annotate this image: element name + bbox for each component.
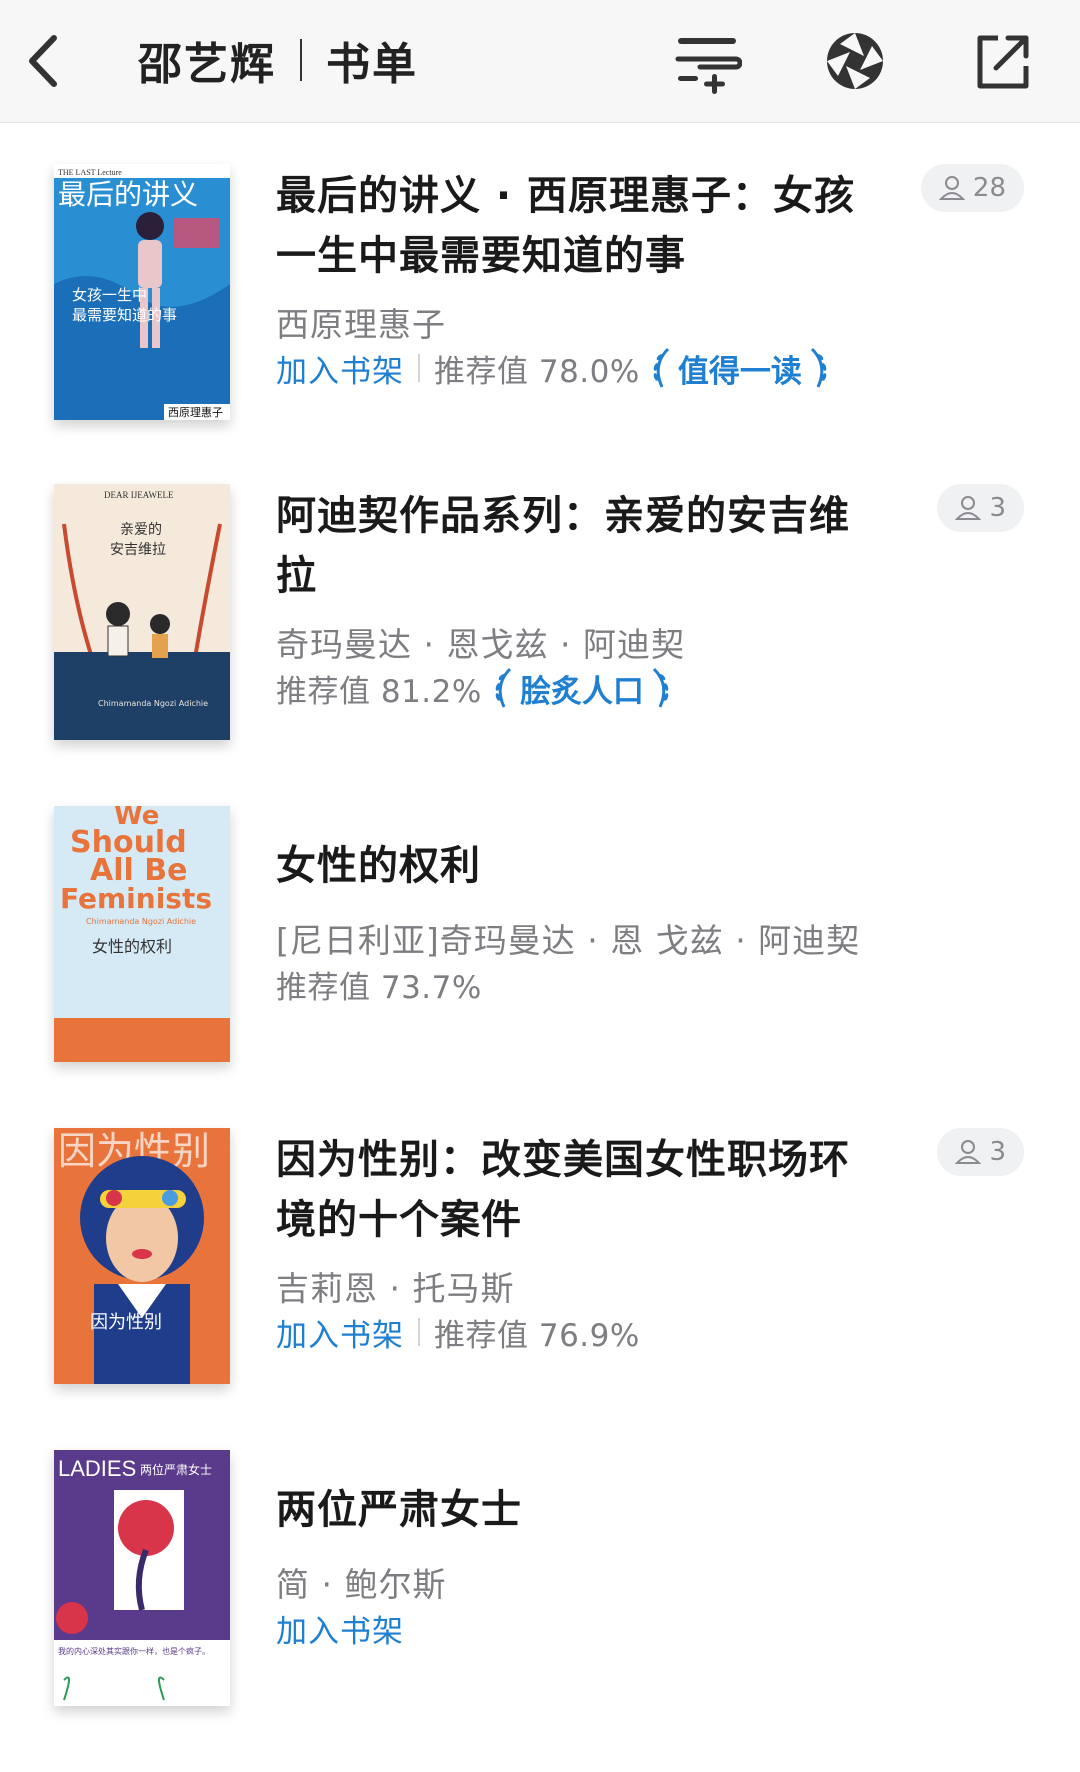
- recommend-score: 推荐值 81.2%: [276, 673, 482, 710]
- book-title[interactable]: 阿迪契作品系列：亲爱的安吉维拉: [276, 486, 856, 606]
- list-title: 书单: [326, 39, 418, 90]
- cover-title: LADIES: [58, 1456, 136, 1481]
- recommend-score: 推荐值 73.7%: [276, 969, 482, 1006]
- add-to-shelf-link[interactable]: 加入书架: [276, 346, 404, 391]
- cover-title: 亲爱的: [120, 522, 162, 538]
- back-icon[interactable]: [14, 26, 80, 96]
- book-title[interactable]: 两位严肃女士: [276, 1480, 856, 1540]
- book-item[interactable]: DEAR IJEAWELE 亲爱的 安吉维拉 Chimamanda Ngozi …: [0, 484, 1080, 806]
- book-title[interactable]: 女性的权利: [276, 836, 856, 896]
- cover-title: 女性的权利: [92, 937, 172, 956]
- cover-quote: 我的内心深处其实跟你一样，也是个疯子。: [58, 1646, 210, 1656]
- top-bar: 邵艺辉 书单: [0, 0, 1080, 123]
- cover-subtitle: 女孩一生中: [72, 286, 147, 304]
- meta-divider: [418, 1318, 420, 1346]
- page-title: 邵艺辉 书单: [138, 30, 418, 90]
- book-author[interactable]: 奇玛曼达 · 恩戈兹 · 阿迪契: [276, 618, 685, 666]
- book-author[interactable]: 西原理惠子: [276, 298, 446, 346]
- book-item[interactable]: THE LAST Lecture 最后的讲义 女孩一生中 最需要知道的事 西原理…: [0, 164, 1080, 486]
- book-title[interactable]: 因为性别：改变美国女性职场环境的十个案件: [276, 1130, 856, 1250]
- laurel-left-icon: [495, 667, 511, 708]
- book-cover[interactable]: LADIES 两位严肃女士 我的内心深处其实跟你一样，也是个疯子。: [54, 1450, 230, 1706]
- laurel-left-icon: [653, 347, 669, 388]
- cover-title: 最后的讲义: [58, 178, 198, 211]
- book-item[interactable]: We Should All Be Feminists Chimamanda Ng…: [0, 806, 1080, 1128]
- rating-badge: 脍炙人口: [490, 665, 674, 711]
- book-author[interactable]: 简 · 鲍尔斯: [276, 1558, 446, 1606]
- person-icon: [955, 496, 982, 520]
- cover-author: 西原理惠子: [168, 405, 223, 419]
- laurel-right-icon: [810, 347, 827, 388]
- readers-count: 28: [972, 173, 1006, 203]
- book-cover[interactable]: 因为性别 因为性别: [54, 1128, 230, 1384]
- book-cover[interactable]: We Should All Be Feminists Chimamanda Ng…: [54, 806, 230, 1062]
- person-icon: [955, 1140, 982, 1164]
- recommend-score: 推荐值 78.0%: [434, 353, 640, 390]
- rating-badge: 值得一读: [648, 345, 832, 391]
- book-cover[interactable]: DEAR IJEAWELE 亲爱的 安吉维拉 Chimamanda Ngozi …: [54, 484, 230, 740]
- aperture-icon[interactable]: [820, 26, 890, 96]
- cover-subtitle: 两位严肃女士: [140, 1462, 212, 1477]
- book-meta: 加入书架: [276, 1606, 404, 1650]
- cover-small-text: Chimamanda Ngozi Adichie: [86, 917, 196, 926]
- cover-small-text: DEAR IJEAWELE: [104, 490, 174, 500]
- readers-count-badge[interactable]: 28: [920, 164, 1024, 212]
- author-name: 邵艺辉: [138, 39, 276, 90]
- title-divider: [300, 39, 302, 81]
- book-meta: 推荐值 73.7%: [276, 962, 482, 1006]
- book-item[interactable]: 因为性别 因为性别 因为性别：改变美国女性职场环境的十个案件 吉莉恩 · 托马斯…: [0, 1128, 1080, 1450]
- book-cover[interactable]: THE LAST Lecture 最后的讲义 女孩一生中 最需要知道的事 西原理…: [54, 164, 230, 420]
- book-meta: 推荐值 81.2% 脍炙人口: [276, 666, 674, 710]
- book-meta: 加入书架 推荐值 76.9%: [276, 1310, 640, 1354]
- book-author[interactable]: 吉莉恩 · 托马斯: [276, 1262, 514, 1310]
- cover-subtitle: 因为性别: [90, 1312, 162, 1333]
- share-icon[interactable]: [968, 26, 1038, 96]
- readers-count-badge[interactable]: 3: [937, 484, 1024, 532]
- cover-author: Chimamanda Ngozi Adichie: [98, 699, 208, 708]
- badge-label: 值得一读: [677, 353, 802, 390]
- svg-text:最需要知道的事: 最需要知道的事: [72, 306, 177, 324]
- readers-count: 3: [989, 1137, 1006, 1167]
- laurel-right-icon: [652, 667, 669, 708]
- list-add-icon[interactable]: [672, 26, 743, 96]
- cover-small-text: THE LAST Lecture: [58, 168, 122, 177]
- svg-text:Feminists: Feminists: [60, 882, 212, 915]
- book-item[interactable]: LADIES 两位严肃女士 我的内心深处其实跟你一样，也是个疯子。 两位严肃女士…: [0, 1450, 1080, 1772]
- meta-divider: [418, 354, 420, 382]
- badge-label: 脍炙人口: [519, 673, 644, 710]
- book-author[interactable]: [尼日利亚]奇玛曼达 · 恩 戈兹 · 阿迪契: [276, 914, 860, 962]
- readers-count-badge[interactable]: 3: [937, 1128, 1024, 1176]
- svg-text:安吉维拉: 安吉维拉: [110, 542, 166, 558]
- book-meta: 加入书架 推荐值 78.0% 值得一读: [276, 346, 832, 390]
- add-to-shelf-link[interactable]: 加入书架: [276, 1310, 404, 1355]
- add-to-shelf-link[interactable]: 加入书架: [276, 1606, 404, 1651]
- readers-count: 3: [989, 493, 1006, 523]
- book-title[interactable]: 最后的讲义 · 西原理惠子：女孩一生中最需要知道的事: [276, 166, 856, 286]
- person-icon: [938, 176, 965, 200]
- recommend-score: 推荐值 76.9%: [434, 1317, 640, 1354]
